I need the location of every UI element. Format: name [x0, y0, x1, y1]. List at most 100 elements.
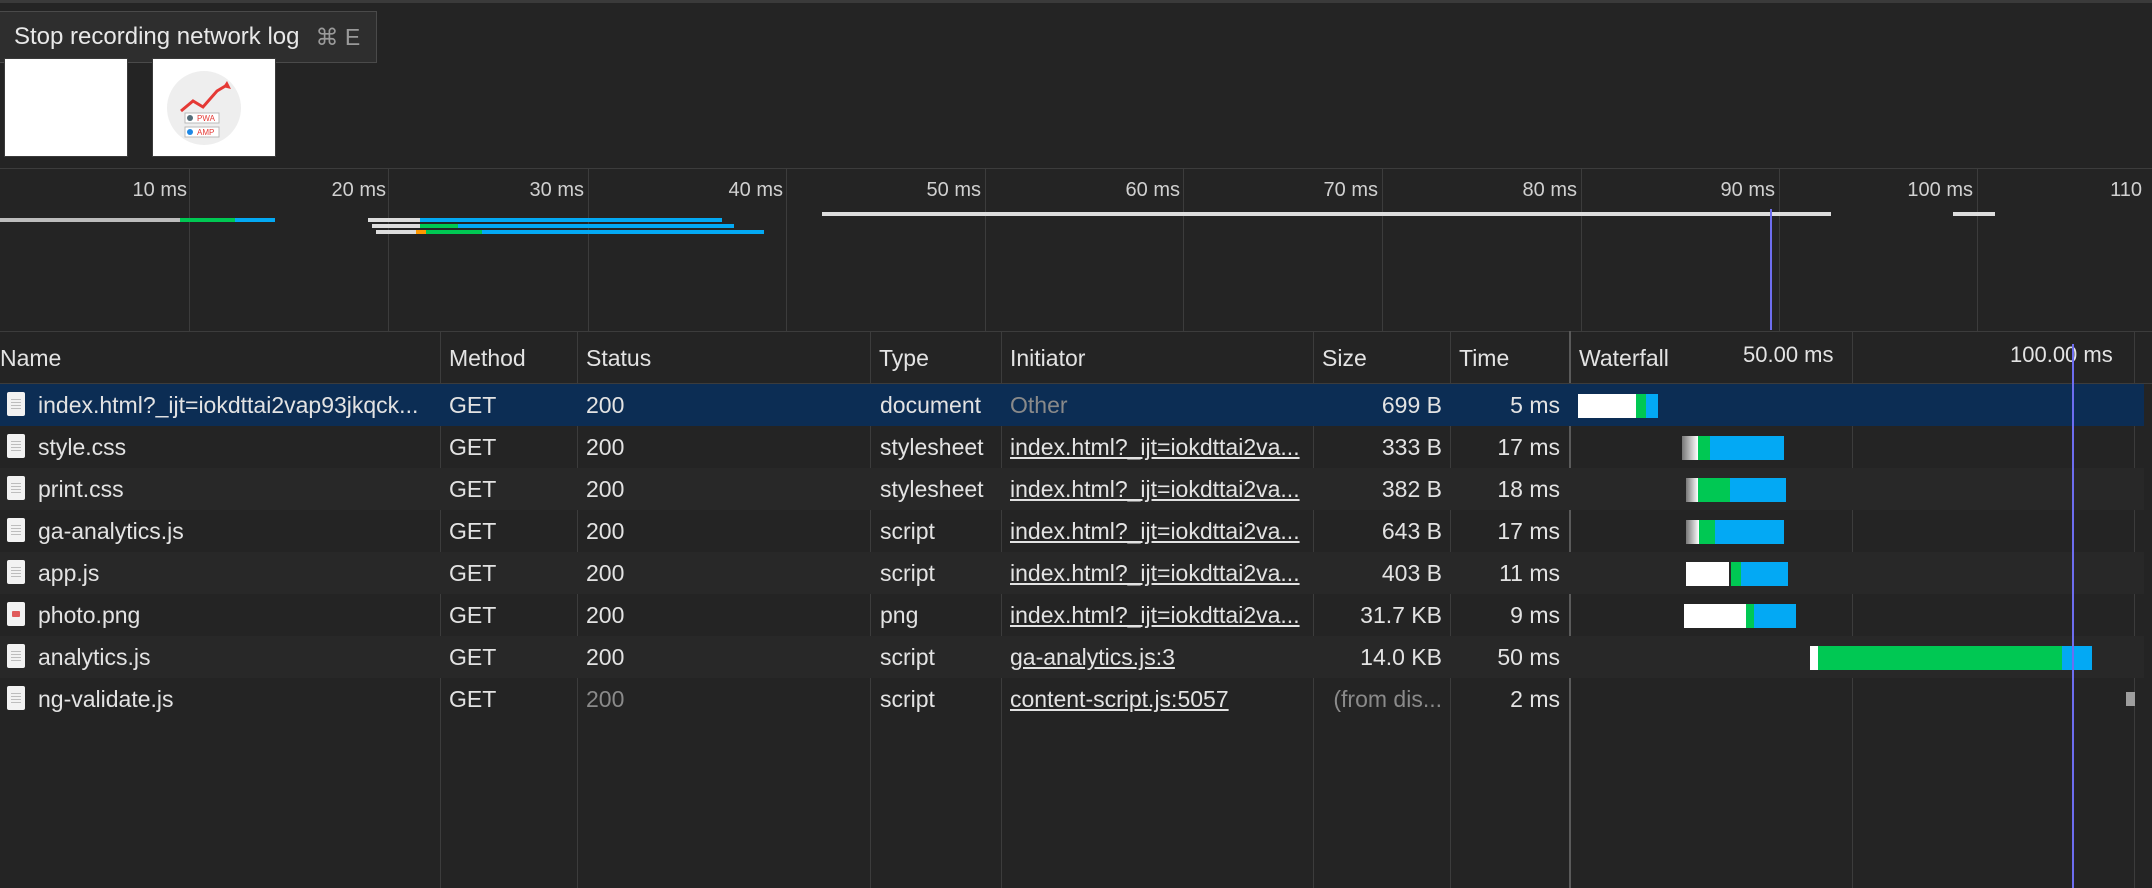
- filmstrip-area: Stop recording network log ⌘ E PWA AMP: [0, 0, 2152, 171]
- waterfall-waiting-bar: [1636, 394, 1646, 418]
- initiator-link[interactable]: index.html?_ijt=iokdttai2va...: [1010, 426, 1310, 468]
- request-type: script: [880, 518, 935, 544]
- table-row[interactable]: style.css GET 200 stylesheet index.html?…: [0, 426, 2144, 468]
- waterfall-download-bar: [1741, 562, 1788, 586]
- document-icon: [7, 434, 25, 458]
- document-icon: [7, 518, 25, 542]
- overview-tick: 20 ms: [331, 179, 386, 201]
- overview-gridline: [985, 169, 986, 331]
- waterfall-waiting-bar: [1746, 604, 1754, 628]
- document-icon: [7, 476, 25, 500]
- column-header-status[interactable]: Status: [577, 331, 651, 383]
- waterfall-queue-bar: [1578, 394, 1636, 418]
- overview-tick: 40 ms: [728, 179, 783, 201]
- request-type: script: [880, 560, 935, 586]
- waterfall-download-bar: [1646, 394, 1658, 418]
- pwa-amp-logo-icon: PWA AMP: [167, 71, 241, 145]
- initiator-link[interactable]: content-script.js:5057: [1010, 678, 1310, 720]
- table-row[interactable]: photo.png GET 200 png index.html?_ijt=io…: [0, 594, 2144, 636]
- overview-tick: 50 ms: [926, 179, 981, 201]
- column-header-time[interactable]: Time: [1450, 331, 1509, 383]
- request-type: script: [880, 686, 935, 712]
- overview-activity-bar: [416, 230, 426, 234]
- request-method: GET: [449, 644, 497, 670]
- waterfall-bar: [2126, 692, 2135, 706]
- waterfall-waiting-bar: [1818, 646, 2062, 670]
- request-type: document: [880, 392, 982, 418]
- tooltip-shortcut: ⌘ E: [315, 23, 361, 50]
- overview-gridline: [1382, 169, 1383, 331]
- request-size: 14.0 KB: [1360, 644, 1442, 670]
- overview-tick: 90 ms: [1720, 179, 1775, 201]
- request-method: GET: [449, 686, 497, 712]
- waterfall-download-bar: [1715, 520, 1784, 544]
- overview-tick: 10 ms: [132, 179, 187, 201]
- overview-activity-bar: [420, 218, 722, 222]
- table-row[interactable]: analytics.js GET 200 script ga-analytics…: [0, 636, 2144, 678]
- screenshot-thumbnail[interactable]: PWA AMP: [152, 58, 276, 157]
- overview-gridline: [1183, 169, 1184, 331]
- network-overview-timeline[interactable]: 10 ms 20 ms 30 ms 40 ms 50 ms 60 ms 70 m…: [0, 168, 2152, 332]
- load-event-marker: [1770, 209, 1772, 330]
- overview-gridline: [1581, 169, 1582, 331]
- request-initiator: Other: [1010, 392, 1068, 418]
- request-time: 9 ms: [1510, 602, 1560, 628]
- request-size: 333 B: [1381, 434, 1442, 460]
- document-icon: [7, 686, 25, 710]
- request-size: 31.7 KB: [1360, 602, 1442, 628]
- overview-tick: 110: [2110, 179, 2142, 201]
- waterfall-queue-bar: [1810, 646, 1818, 670]
- overview-gridline: [588, 169, 589, 331]
- overview-activity-bar: [376, 230, 416, 234]
- network-request-table: Name Method Status Type Initiator Size T…: [0, 331, 2152, 888]
- column-header-waterfall[interactable]: Waterfall: [1570, 331, 1669, 383]
- request-time: 2 ms: [1510, 686, 1560, 712]
- document-icon: [7, 644, 25, 668]
- initiator-link[interactable]: ga-analytics.js:3: [1010, 636, 1310, 678]
- request-name: index.html?_ijt=iokdttai2vap93jkqck...: [38, 392, 419, 418]
- overview-activity-bar: [458, 224, 734, 228]
- table-row[interactable]: index.html?_ijt=iokdttai2vap93jkqck... G…: [0, 384, 2144, 426]
- request-time: 17 ms: [1497, 434, 1560, 460]
- overview-gridline: [388, 169, 389, 331]
- overview-activity-bar: [368, 218, 420, 222]
- waterfall-waiting-bar: [1731, 562, 1741, 586]
- request-method: GET: [449, 392, 497, 418]
- initiator-link[interactable]: index.html?_ijt=iokdttai2va...: [1010, 594, 1310, 636]
- table-row[interactable]: ng-validate.js GET 200 script content-sc…: [0, 678, 2144, 720]
- request-method: GET: [449, 434, 497, 460]
- table-row[interactable]: print.css GET 200 stylesheet index.html?…: [0, 468, 2144, 510]
- column-header-size[interactable]: Size: [1313, 331, 1367, 383]
- request-name: ga-analytics.js: [38, 518, 184, 544]
- stop-recording-tooltip: Stop recording network log ⌘ E: [0, 11, 378, 63]
- request-status: 200: [586, 476, 625, 502]
- overview-tick: 100 ms: [1907, 179, 1973, 201]
- initiator-link[interactable]: index.html?_ijt=iokdttai2va...: [1010, 552, 1310, 594]
- request-size: 382 B: [1381, 476, 1442, 502]
- overview-tick: 70 ms: [1323, 179, 1378, 201]
- table-row[interactable]: app.js GET 200 script index.html?_ijt=io…: [0, 552, 2144, 594]
- request-status: 200: [586, 602, 625, 628]
- column-header-method[interactable]: Method: [440, 331, 526, 383]
- overview-activity-bar: [1953, 212, 1995, 216]
- overview-gridline: [189, 169, 190, 331]
- table-row[interactable]: ga-analytics.js GET 200 script index.htm…: [0, 510, 2144, 552]
- request-size: 699 B: [1381, 392, 1442, 418]
- overview-activity-bar: [420, 224, 458, 228]
- svg-text:PWA: PWA: [197, 114, 216, 123]
- request-status: 200: [586, 392, 625, 418]
- request-status: 200: [586, 560, 625, 586]
- screenshot-thumbnail[interactable]: [4, 58, 128, 157]
- initiator-link[interactable]: index.html?_ijt=iokdttai2va...: [1010, 468, 1310, 510]
- initiator-link[interactable]: index.html?_ijt=iokdttai2va...: [1010, 510, 1310, 552]
- request-type: png: [880, 602, 919, 628]
- column-header-initiator[interactable]: Initiator: [1001, 331, 1085, 383]
- column-header-type[interactable]: Type: [870, 331, 929, 383]
- waterfall-tick: 100.00 ms: [2010, 342, 2113, 367]
- column-header-name[interactable]: Name: [0, 331, 61, 383]
- document-icon: [7, 392, 25, 416]
- waterfall-queue-bar: [1686, 520, 1699, 544]
- request-name: analytics.js: [38, 644, 151, 670]
- overview-activity-bar: [482, 230, 764, 234]
- request-method: GET: [449, 560, 497, 586]
